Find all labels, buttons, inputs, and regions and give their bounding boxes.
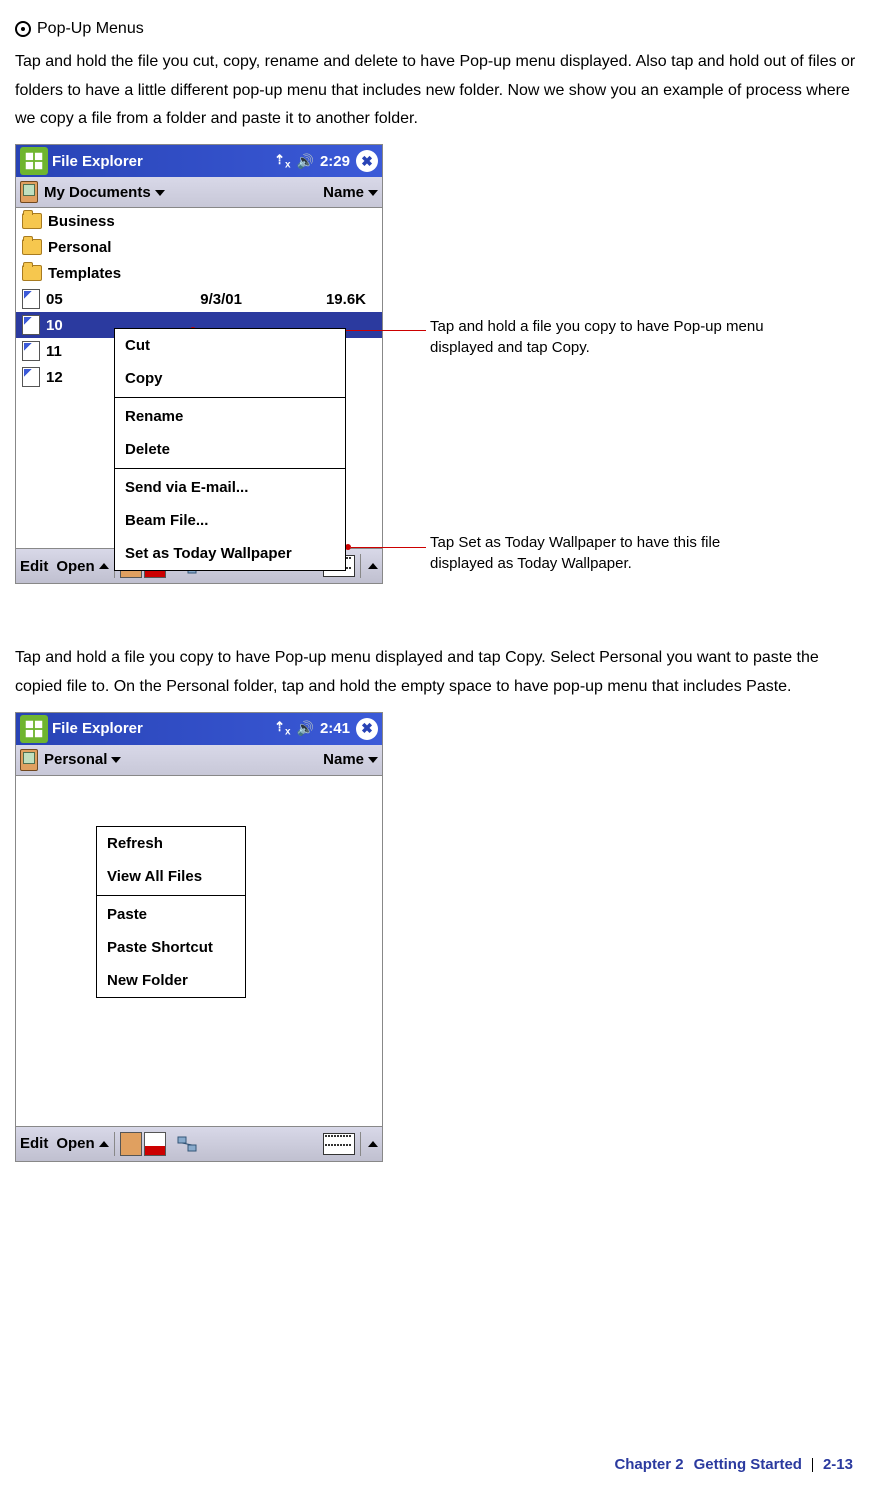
callout-line <box>351 547 426 548</box>
device-icon <box>20 749 38 771</box>
file-icon <box>22 367 40 387</box>
figure-2: File Explorer ⇡x 🔊 2:41 ✖ Personal Name … <box>15 712 868 1162</box>
folder-name: Business <box>48 208 115 235</box>
menu-new-folder[interactable]: New Folder <box>97 964 245 997</box>
app-title: File Explorer <box>52 715 143 742</box>
chevron-down-icon <box>155 190 165 196</box>
keyboard-icon[interactable] <box>323 1133 355 1155</box>
menu-beam-file[interactable]: Beam File... <box>115 504 345 537</box>
chevron-up-icon[interactable] <box>368 1141 378 1147</box>
chevron-up-icon[interactable] <box>368 563 378 569</box>
file-list: Business Personal Templates 05 9/3/01 19… <box>16 208 382 548</box>
callout-2: Tap Set as Today Wallpaper to have this … <box>430 532 760 574</box>
location-label[interactable]: Personal <box>44 746 121 773</box>
chevron-up-icon <box>99 1141 109 1147</box>
device-icon <box>20 181 38 203</box>
page-footer: Chapter 2 Getting Started 2-13 <box>614 1451 853 1478</box>
close-icon[interactable]: ✖ <box>356 150 378 172</box>
file-list-empty[interactable]: Refresh View All Files Paste Paste Short… <box>16 776 382 1126</box>
signal-icon: ⇡x <box>274 715 290 742</box>
intro-paragraph: Tap and hold the file you cut, copy, ren… <box>15 48 868 134</box>
menu-set-wallpaper[interactable]: Set as Today Wallpaper <box>115 537 345 570</box>
footer-chapter: Chapter 2 <box>614 1451 683 1478</box>
open-menu[interactable]: Open <box>56 553 94 580</box>
menu-send-email[interactable]: Send via E-mail... <box>115 471 345 504</box>
bullet-icon <box>15 21 31 37</box>
footer-section: Getting Started <box>694 1451 802 1478</box>
paragraph-2: Tap and hold a file you copy to have Pop… <box>15 644 868 702</box>
signal-icon: ⇡x <box>274 148 290 175</box>
footer-divider <box>812 1458 813 1472</box>
file-icon <box>22 315 40 335</box>
chevron-down-icon <box>368 757 378 763</box>
sort-label[interactable]: Name <box>323 746 378 773</box>
chevron-down-icon <box>111 757 121 763</box>
footer-page: 2-13 <box>823 1451 853 1478</box>
context-menu: Cut Copy Rename Delete Send via E-mail..… <box>114 328 346 571</box>
open-menu[interactable]: Open <box>56 1130 94 1157</box>
folder-icon <box>22 239 42 255</box>
close-icon[interactable]: ✖ <box>356 718 378 740</box>
folder-icon <box>22 265 42 281</box>
location-label[interactable]: My Documents <box>44 179 165 206</box>
menu-copy[interactable]: Copy <box>115 362 345 395</box>
device-screenshot-2: File Explorer ⇡x 🔊 2:41 ✖ Personal Name … <box>15 712 383 1162</box>
clock: 2:29 <box>320 148 350 175</box>
edit-menu[interactable]: Edit <box>20 1130 48 1157</box>
pda-tool-icon[interactable] <box>120 1132 142 1156</box>
divider <box>360 554 361 578</box>
clock: 2:41 <box>320 715 350 742</box>
section-heading: Pop-Up Menus <box>15 15 868 44</box>
bottom-bar: Edit Open <box>16 1126 382 1161</box>
file-row[interactable]: 05 9/3/01 19.6K <box>16 286 382 312</box>
file-name: 05 <box>46 286 136 313</box>
path-bar: Personal Name <box>16 745 382 776</box>
folder-icon <box>22 213 42 229</box>
menu-delete[interactable]: Delete <box>115 433 345 466</box>
file-size: 19.6K <box>248 286 376 313</box>
menu-refresh[interactable]: Refresh <box>97 827 245 860</box>
file-icon <box>22 341 40 361</box>
divider <box>114 1132 115 1156</box>
folder-row[interactable]: Business <box>16 208 382 234</box>
file-icon <box>22 289 40 309</box>
menu-paste-shortcut[interactable]: Paste Shortcut <box>97 931 245 964</box>
heading-text: Pop-Up Menus <box>37 15 144 44</box>
context-menu: Refresh View All Files Paste Paste Short… <box>96 826 246 998</box>
divider <box>360 1132 361 1156</box>
start-icon[interactable] <box>20 715 48 743</box>
menu-cut[interactable]: Cut <box>115 329 345 362</box>
card-tool-icon[interactable] <box>144 1132 166 1156</box>
start-icon[interactable] <box>20 147 48 175</box>
speaker-icon[interactable]: 🔊 <box>297 716 314 741</box>
callout-1: Tap and hold a file you copy to have Pop… <box>430 316 770 358</box>
figure-1: File Explorer ⇡x 🔊 2:29 ✖ My Documents N… <box>15 144 868 614</box>
device-screenshot-1: File Explorer ⇡x 🔊 2:29 ✖ My Documents N… <box>15 144 383 584</box>
title-bar: File Explorer ⇡x 🔊 2:41 ✖ <box>16 713 382 745</box>
folder-row[interactable]: Personal <box>16 234 382 260</box>
folder-row[interactable]: Templates <box>16 260 382 286</box>
folder-name: Personal <box>48 234 111 261</box>
network-tool-icon[interactable] <box>176 1135 198 1153</box>
menu-paste[interactable]: Paste <box>97 898 245 931</box>
speaker-icon[interactable]: 🔊 <box>297 149 314 174</box>
sort-label[interactable]: Name <box>323 179 378 206</box>
title-bar: File Explorer ⇡x 🔊 2:29 ✖ <box>16 145 382 177</box>
chevron-down-icon <box>368 190 378 196</box>
menu-rename[interactable]: Rename <box>115 400 345 433</box>
file-date: 9/3/01 <box>142 286 242 313</box>
menu-view-all[interactable]: View All Files <box>97 860 245 893</box>
chevron-up-icon <box>99 563 109 569</box>
path-bar: My Documents Name <box>16 177 382 208</box>
app-title: File Explorer <box>52 148 143 175</box>
edit-menu[interactable]: Edit <box>20 553 48 580</box>
folder-name: Templates <box>48 260 121 287</box>
